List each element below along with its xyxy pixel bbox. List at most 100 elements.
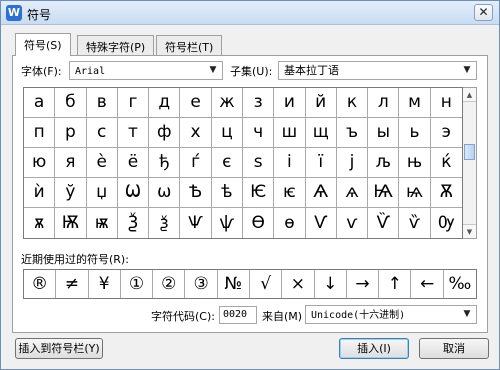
symbol-cell[interactable]: Ѳ: [243, 208, 275, 238]
symbol-cell[interactable]: б: [55, 88, 87, 118]
tab-symbols[interactable]: 符号(S): [15, 33, 71, 56]
symbol-cell[interactable]: Ѷ: [368, 208, 400, 238]
symbol-cell[interactable]: ѧ: [336, 178, 369, 208]
symbol-cell[interactable]: в: [86, 88, 118, 118]
symbol-cell[interactable]: Ѧ: [305, 178, 337, 208]
symbol-cell[interactable]: к: [336, 88, 369, 118]
symbol-cell[interactable]: ѳ: [274, 208, 306, 238]
symbol-cell[interactable]: ф: [149, 118, 181, 148]
subset-dropdown[interactable]: 基本拉丁语 ▼: [278, 61, 477, 80]
recent-symbol-cell[interactable]: ①: [121, 270, 154, 298]
symbol-cell[interactable]: ѯ: [149, 208, 181, 238]
symbol-cell[interactable]: Ѭ: [55, 208, 87, 238]
symbol-cell[interactable]: ш: [274, 118, 306, 148]
symbol-cell[interactable]: џ: [86, 178, 118, 208]
symbol-cell[interactable]: ь: [399, 118, 431, 148]
tab-symbol-bar[interactable]: 符号栏(T): [156, 35, 223, 55]
symbol-cell[interactable]: х: [180, 118, 212, 148]
scroll-up-icon[interactable]: ▲: [463, 88, 476, 102]
recent-symbol-cell[interactable]: ↓: [315, 270, 347, 298]
symbol-cell[interactable]: ѩ: [399, 178, 431, 208]
insert-to-symbol-bar-button[interactable]: 插入到符号栏(Y): [15, 338, 103, 359]
cancel-button[interactable]: 取消: [419, 338, 489, 359]
symbol-cell[interactable]: ц: [211, 118, 243, 148]
recent-symbol-cell[interactable]: ¥: [89, 270, 121, 298]
symbol-cell[interactable]: ѝ: [24, 178, 56, 208]
symbol-cell[interactable]: ë: [117, 148, 150, 178]
symbol-cell[interactable]: Ѥ: [243, 178, 275, 208]
symbol-cell[interactable]: ю: [24, 148, 56, 178]
symbol-cell[interactable]: ѵ: [337, 208, 369, 238]
symbol-cell[interactable]: а: [24, 88, 56, 118]
symbol-cell[interactable]: Ѫ: [430, 178, 462, 208]
symbol-cell[interactable]: è: [86, 148, 118, 178]
recent-symbol-cell[interactable]: √: [250, 270, 283, 298]
recent-symbol-cell[interactable]: ↑: [379, 270, 412, 298]
symbol-cell[interactable]: г: [117, 88, 150, 118]
symbol-cell[interactable]: м: [399, 88, 431, 118]
symbol-cell[interactable]: щ: [305, 118, 337, 148]
symbol-cell[interactable]: Ѣ: [180, 178, 212, 208]
symbol-cell[interactable]: Ѹ: [431, 208, 462, 238]
symbol-cell[interactable]: ѥ: [274, 178, 306, 208]
recent-symbol-cell[interactable]: №: [218, 270, 250, 298]
symbol-cell[interactable]: і: [274, 148, 306, 178]
symbol-cell[interactable]: Ѩ: [368, 178, 400, 208]
symbol-cell[interactable]: э: [430, 118, 462, 148]
symbol-cell[interactable]: ђ: [149, 148, 181, 178]
symbol-cell[interactable]: ў: [55, 178, 87, 208]
recent-symbol-cell[interactable]: ③: [185, 270, 218, 298]
char-code-input[interactable]: 0020: [219, 306, 257, 324]
font-dropdown[interactable]: Arial ▼: [69, 61, 223, 80]
symbol-cell[interactable]: Ѱ: [180, 208, 212, 238]
recent-symbol-cell[interactable]: ←: [411, 270, 444, 298]
symbol-cell[interactable]: њ: [399, 148, 431, 178]
scroll-down-icon[interactable]: ▼: [463, 224, 476, 238]
symbol-cell[interactable]: ѕ: [243, 148, 275, 178]
scrollbar-thumb[interactable]: [464, 144, 475, 160]
symbol-cell[interactable]: с: [86, 118, 118, 148]
symbol-cell[interactable]: Ѡ: [117, 178, 150, 208]
recent-symbol-cell[interactable]: ≠: [56, 270, 89, 298]
insert-button[interactable]: 插入(I): [339, 338, 409, 359]
symbol-cell[interactable]: ѷ: [399, 208, 431, 238]
symbol-cell[interactable]: д: [149, 88, 181, 118]
symbol-cell[interactable]: ј: [336, 148, 369, 178]
symbol-cell[interactable]: ѱ: [212, 208, 243, 238]
symbol-cell[interactable]: й: [305, 88, 337, 118]
symbol-cell[interactable]: ы: [368, 118, 400, 148]
symbol-cell[interactable]: ѓ: [180, 148, 212, 178]
recent-symbol-cell[interactable]: →: [347, 270, 380, 298]
symbol-cell[interactable]: ж: [211, 88, 243, 118]
symbol-cell[interactable]: е: [180, 88, 212, 118]
recent-symbol-cell[interactable]: ®: [24, 270, 57, 298]
symbol-cell[interactable]: ѫ: [24, 208, 56, 238]
from-dropdown[interactable]: Unicode(十六进制) ▼: [305, 305, 477, 324]
symbol-cell[interactable]: ѡ: [149, 178, 181, 208]
symbol-dialog: W 符号 ✕ 符号(S) 特殊字符(P) 符号栏(T) 字体(F): Arial…: [0, 0, 500, 370]
symbol-cell[interactable]: я: [55, 148, 87, 178]
symbol-cell[interactable]: ѭ: [87, 208, 118, 238]
recent-symbol-cell[interactable]: ②: [153, 270, 186, 298]
symbol-cell[interactable]: р: [55, 118, 87, 148]
symbol-cell[interactable]: Ѯ: [118, 208, 150, 238]
symbol-cell[interactable]: н: [430, 88, 462, 118]
symbol-cell[interactable]: т: [117, 118, 150, 148]
symbol-cell[interactable]: ч: [243, 118, 275, 148]
symbol-grid-scrollbar[interactable]: ▲ ▼: [463, 87, 477, 239]
symbol-cell[interactable]: ќ: [430, 148, 462, 178]
symbol-cell[interactable]: п: [24, 118, 56, 148]
recent-symbol-cell[interactable]: ×: [282, 270, 315, 298]
symbol-cell[interactable]: Ѵ: [306, 208, 337, 238]
symbol-cell[interactable]: и: [274, 88, 306, 118]
symbol-cell[interactable]: є: [211, 148, 243, 178]
recent-symbol-cell[interactable]: ‰: [444, 270, 476, 298]
close-button[interactable]: ✕: [474, 4, 493, 21]
symbol-cell[interactable]: з: [243, 88, 275, 118]
symbol-cell[interactable]: љ: [368, 148, 400, 178]
symbol-cell[interactable]: ї: [305, 148, 337, 178]
tab-special-chars[interactable]: 特殊字符(P): [77, 35, 155, 55]
symbol-cell[interactable]: ѣ: [211, 178, 243, 208]
symbol-cell[interactable]: ъ: [336, 118, 369, 148]
symbol-cell[interactable]: л: [368, 88, 400, 118]
